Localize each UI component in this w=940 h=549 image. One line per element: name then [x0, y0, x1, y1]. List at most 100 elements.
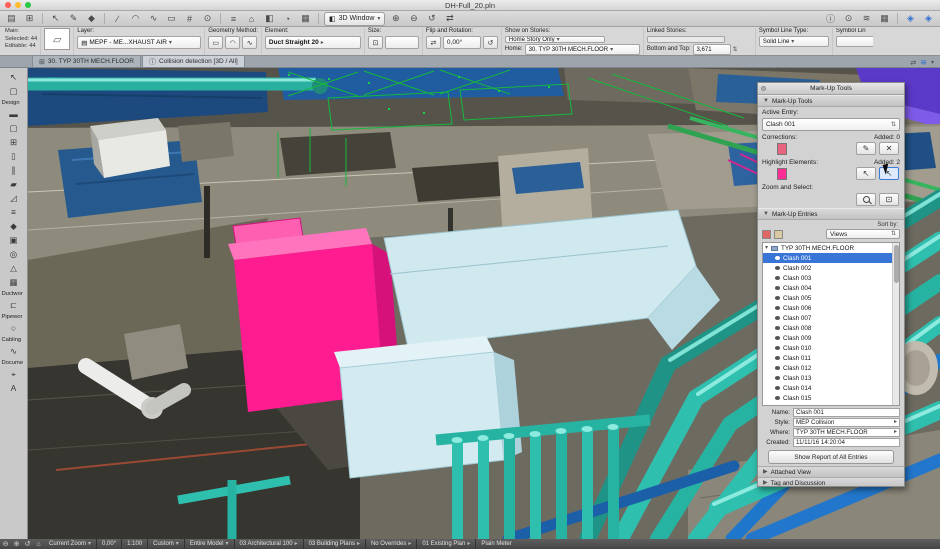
roof-tool-icon[interactable]: ◿	[3, 191, 25, 205]
statusbar-zoom-out-icon[interactable]: ⊖	[0, 540, 11, 548]
name-field[interactable]: Clash 001	[793, 407, 900, 417]
zoom-out-icon[interactable]: ⊖	[406, 12, 421, 25]
entries-group-icon[interactable]	[774, 229, 783, 239]
statusbar-rotation[interactable]: 0,00°	[97, 539, 123, 549]
panel-close-button[interactable]	[761, 86, 766, 91]
toolbox-marquee-icon[interactable]: ▢	[3, 84, 25, 98]
geometry-straight-button[interactable]: ▭	[208, 36, 224, 49]
statusbar-zoom-preset[interactable]: Custom ▾	[148, 539, 185, 549]
camera-icon[interactable]: ◔	[280, 12, 295, 25]
panel-list-icon[interactable]: ▤	[4, 12, 19, 25]
orbit-icon[interactable]: ↺	[424, 12, 439, 25]
element-dropdown[interactable]: Duct Straight 20 ▸	[264, 36, 361, 49]
markup-entry-row[interactable]: Clash 005	[763, 293, 899, 303]
geometry-bend-button[interactable]: ◠	[225, 36, 241, 49]
slab-tool-icon[interactable]: ▰	[3, 177, 25, 191]
zoom-to-entry-button[interactable]	[856, 193, 876, 206]
stair-tool-icon[interactable]: ≡	[3, 205, 25, 219]
statusbar-scale[interactable]: 1:100	[122, 539, 149, 549]
select-elements-button[interactable]: ⊡	[879, 193, 899, 206]
chevron-down-icon[interactable]: ▾	[931, 60, 934, 66]
markup-entry-row[interactable]: Clash 004	[763, 283, 899, 293]
zone-tool-icon[interactable]: ▣	[3, 233, 25, 247]
search-icon[interactable]: ⊙	[841, 12, 856, 25]
box-tool-icon[interactable]: ▭	[164, 12, 179, 25]
window-tool-icon[interactable]: ⊞	[3, 135, 25, 149]
layer-dropdown[interactable]: ▤ MEPF - ME...XHAUST AIR ▾	[77, 36, 202, 49]
section-markup-tools[interactable]: ▼ Mark-Up Tools	[758, 95, 904, 107]
stories-dropdown[interactable]: Home Story Only ▾	[504, 36, 605, 43]
markup-entry-row[interactable]: Clash 009	[763, 333, 899, 343]
section-icon[interactable]: ◧	[262, 12, 277, 25]
beam-tool-icon[interactable]: ∥	[3, 163, 25, 177]
section-tag-discussion[interactable]: ▶ Tag and Discussion	[758, 477, 904, 486]
size-field[interactable]	[384, 36, 419, 49]
view-switcher[interactable]: ◧ 3D Window ▾	[324, 11, 386, 26]
entries-tree-root[interactable]: ▾ TYP 30TH MECH.FLOOR	[763, 243, 899, 253]
arc-tool-icon[interactable]: ◠	[128, 12, 143, 25]
mirror-button[interactable]: ⇄	[425, 36, 441, 49]
door-tool-icon[interactable]: ▢	[3, 121, 25, 135]
statusbar-zoom-in-icon[interactable]: ⊕	[11, 540, 22, 548]
zoom-in-icon[interactable]: ⊕	[388, 12, 403, 25]
panel-titlebar[interactable]: Mark-Up Tools	[758, 83, 904, 95]
rotate-button[interactable]: ↺	[482, 36, 498, 49]
tab-overflow-icon[interactable]: ⇄	[910, 59, 916, 67]
statusbar-pen-set[interactable]: 03 Building Plans ▸	[304, 539, 366, 549]
sort-by-dropdown[interactable]: Views ⇅	[826, 229, 900, 239]
markup-entry-row[interactable]: Clash 001	[763, 253, 899, 263]
markup-entry-row[interactable]: Clash 010	[763, 343, 899, 353]
markup-entry-row[interactable]: Clash 012	[763, 363, 899, 373]
section-attached-view[interactable]: ▶ Attached View	[758, 466, 904, 477]
layers-icon[interactable]: ≡	[226, 12, 241, 25]
mesh-tool-icon[interactable]: ▦	[3, 275, 25, 289]
organizer-icon[interactable]: ▦	[877, 12, 892, 25]
markup-entry-row[interactable]: Clash 015	[763, 393, 899, 403]
pipe-tool-icon[interactable]: ○	[3, 321, 25, 335]
disclosure-open-icon[interactable]: ▾	[765, 245, 768, 251]
teamwork-send-icon[interactable]: ◈	[903, 12, 918, 25]
add-highlight-button[interactable]: ↖	[856, 167, 876, 180]
cable-tool-icon[interactable]: ∿	[3, 344, 25, 358]
markup-entry-row[interactable]: Clash 003	[763, 273, 899, 283]
statusbar-model-filter[interactable]: Entire Model ▾	[185, 539, 235, 549]
hatch-icon[interactable]: ▦	[298, 12, 313, 25]
shell-tool-icon[interactable]: △	[3, 261, 25, 275]
linked-stories-field[interactable]	[646, 36, 725, 43]
line-tool-icon[interactable]: ∕	[110, 12, 125, 25]
correction-color-swatch[interactable]	[777, 142, 787, 155]
toolbox-arrow-icon[interactable]: ↖	[3, 70, 25, 84]
statusbar-overrides[interactable]: No Overrides ▸	[366, 539, 418, 549]
markup-entry-row[interactable]: Clash 014	[763, 383, 899, 393]
pencil-tool-icon[interactable]: ✎	[66, 12, 81, 25]
statusbar-current-zoom[interactable]: Current Zoom ▾	[44, 539, 98, 549]
element-preview[interactable]: ▱	[44, 28, 71, 50]
section-markup-entries[interactable]: ▼ Mark-Up Entries	[758, 208, 904, 220]
show-report-button[interactable]: Show Report of All Entries	[768, 450, 894, 464]
dimension-tool-icon[interactable]: ⌖	[3, 367, 25, 381]
created-field[interactable]: 11/11/16 14:20:04	[793, 437, 900, 447]
teamwork-receive-icon[interactable]: ◈	[921, 12, 936, 25]
add-correction-button[interactable]: ✎	[856, 142, 876, 155]
entries-scrollbar[interactable]	[892, 243, 899, 405]
style-dropdown[interactable]: MEP Collision ▸	[793, 417, 900, 427]
statusbar-fit-icon[interactable]: ⌂	[33, 541, 44, 548]
markup-entry-row[interactable]: Clash 002	[763, 263, 899, 273]
statusbar-orbit-icon[interactable]: ↺	[22, 540, 33, 548]
fill-tool-icon[interactable]: ◆	[84, 12, 99, 25]
markup-entry-row[interactable]: Clash 011	[763, 353, 899, 363]
home-story-dropdown[interactable]: 30. TYP 30TH MECH.FLOOR ▾	[524, 44, 640, 55]
scrollbar-thumb[interactable]	[893, 245, 899, 283]
object-tool-icon[interactable]: ◆	[3, 219, 25, 233]
grid-snap-icon[interactable]: ⊞	[22, 12, 37, 25]
markup-entry-row[interactable]: Clash 006	[763, 303, 899, 313]
markup-entry-row[interactable]: Clash 013	[763, 373, 899, 383]
statusbar-layer-combination[interactable]: 03 Architectural 100 ▸	[235, 539, 304, 549]
stepper-icon[interactable]: ⇅	[733, 47, 738, 53]
tab-floor-plan[interactable]: ⊞ 30. TYP 30TH MECH.FLOOR	[32, 55, 141, 67]
where-dropdown[interactable]: TYP 30TH MECH.FLOOR ▸	[793, 427, 900, 437]
morph-tool-icon[interactable]: ◎	[3, 247, 25, 261]
size-icon-button[interactable]: ⊡	[367, 36, 383, 49]
teamwork-icon[interactable]: ≋	[859, 12, 874, 25]
statusbar-renovation-filter[interactable]: 01 Existing Plan ▸	[417, 539, 477, 549]
